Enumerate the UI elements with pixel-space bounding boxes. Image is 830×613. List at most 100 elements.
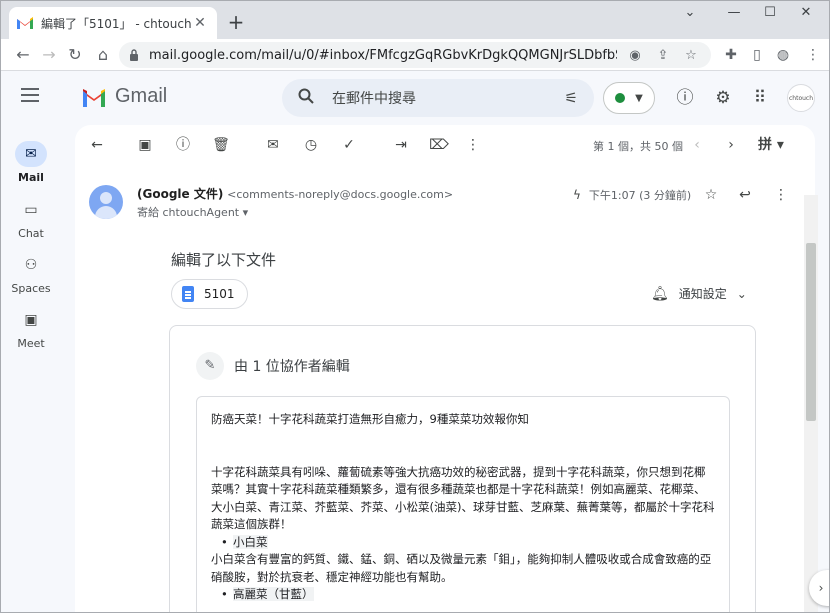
more-actions-icon[interactable]: ⋮ — [461, 133, 485, 157]
notification-settings[interactable]: 🔔︎ 通知設定 ⌄ — [651, 285, 747, 302]
gmail-logo-text: Gmail — [115, 85, 168, 107]
preview-heading: 防癌天菜！十字花科蔬菜打造無形自癒力，9種菜菜功效報你知 — [211, 412, 529, 426]
home-icon[interactable]: ⌂ — [91, 43, 115, 67]
preview-paragraph-1: 十字花科蔬菜具有吲哚、蘿蔔硫素等強大抗癌功效的秘密武器，提到十字花科蔬菜，你只想… — [211, 464, 715, 532]
status-selector[interactable]: ▼ — [603, 82, 655, 114]
help-icon[interactable]: ⓘ — [673, 86, 697, 110]
search-icon[interactable] — [298, 88, 316, 108]
older-icon[interactable]: › — [719, 133, 743, 157]
browser-window: 編輯了「5101」 - chtouchagen ✕ + ⌄ — ☐ ✕ ← → … — [0, 0, 830, 613]
tab-search-icon[interactable]: ⌄ — [675, 5, 705, 20]
time-text: 下午1:07 (3 分鐘前) — [588, 189, 692, 202]
minimize-button[interactable]: — — [719, 5, 749, 20]
editors-text: 由 1 位協作者編輯 — [234, 359, 350, 375]
rail-item-chat[interactable]: ▭ Chat — [1, 197, 61, 240]
preview-bullet-1: 小白菜 — [211, 534, 715, 552]
extensions-icon[interactable]: ✚ — [719, 43, 743, 67]
google-docs-icon — [182, 286, 194, 302]
tab-close-icon[interactable]: ✕ — [191, 15, 209, 31]
settings-gear-icon[interactable]: ⚙ — [711, 86, 735, 110]
move-to-icon[interactable]: ⇥ — [389, 133, 413, 157]
profile-avatar-icon[interactable]: ◍ — [771, 43, 795, 67]
gmail-header: Gmail 在郵件中搜尋 ⚟ ▼ ⓘ ⚙ ⠿ chtouch — [1, 71, 829, 125]
star-icon[interactable]: ☆ — [699, 183, 723, 207]
main-menu-icon[interactable] — [21, 88, 39, 102]
browser-tab[interactable]: 編輯了「5101」 - chtouchagen ✕ — [9, 7, 217, 39]
sender-avatar[interactable] — [89, 185, 123, 219]
message-more-icon[interactable]: ⋮ — [769, 183, 793, 207]
bookmark-star-icon[interactable]: ☆ — [681, 48, 701, 63]
share-icon[interactable]: ⇪ — [653, 48, 673, 63]
account-avatar[interactable]: chtouch — [787, 84, 815, 112]
tab-strip: 編輯了「5101」 - chtouchagen ✕ + ⌄ — ☐ ✕ — [1, 1, 829, 39]
rail-item-mail[interactable]: ✉ Mail — [1, 141, 61, 184]
bell-icon: 🔔︎ — [651, 285, 669, 302]
url-text: mail.google.com/mail/u/0/#inbox/FMfcgzGq… — [149, 47, 617, 63]
input-tools-label: 拼 — [758, 137, 773, 153]
edit-summary-card: ✎ 由 1 位協作者編輯 防癌天菜！十字花科蔬菜打造無形自癒力，9種菜菜功效報你… — [169, 325, 756, 612]
message-view: ← ▣ ⓘ 🗑 ✉ ◷ ✓ ⇥ ⌦ ⋮ 第 1 個，共 50 個 ‹ › 拼 ▾… — [75, 125, 815, 612]
doc-chip-label: 5101 — [204, 287, 235, 301]
report-spam-icon[interactable]: ⓘ — [171, 133, 195, 157]
sidepanel-icon[interactable]: ▯ — [745, 43, 769, 67]
preview-bullet-2-text: 高麗菜（甘藍） — [233, 587, 314, 601]
rail-item-spaces[interactable]: ⚇ Spaces — [1, 252, 61, 295]
gmail-m-icon — [83, 88, 105, 107]
input-tools-button[interactable]: 拼 ▾ — [753, 133, 789, 157]
from-line: (Google 文件) <comments-noreply@docs.googl… — [137, 185, 453, 202]
eye-icon[interactable]: ◉ — [625, 48, 645, 63]
close-window-button[interactable]: ✕ — [791, 5, 821, 20]
meet-icon: ▣ — [24, 312, 38, 328]
doc-chip[interactable]: 5101 — [171, 279, 248, 309]
mark-unread-icon[interactable]: ✉ — [261, 133, 285, 157]
forward-icon[interactable]: → — [37, 43, 61, 67]
message-time: ϟ 下午1:07 (3 分鐘前) — [573, 187, 691, 203]
recipient-line[interactable]: 寄給 chtouchAgent ▾ — [137, 204, 248, 220]
delete-icon[interactable]: 🗑 — [209, 133, 233, 157]
archive-icon[interactable]: ▣ — [133, 133, 157, 157]
back-icon[interactable]: ← — [11, 43, 35, 67]
snooze-icon[interactable]: ◷ — [299, 133, 323, 157]
gmail-favicon-icon — [17, 17, 33, 29]
dropdown-caret-icon: ▼ — [635, 92, 643, 104]
notification-settings-label: 通知設定 — [678, 287, 727, 301]
reply-icon[interactable]: ↩ — [733, 183, 757, 207]
spaces-icon: ⚇ — [24, 257, 38, 273]
search-options-icon[interactable]: ⚟ — [565, 89, 578, 107]
label-icon[interactable]: ⌦ — [427, 133, 451, 157]
editors-line: ✎ 由 1 位協作者編輯 — [196, 352, 350, 380]
bolt-icon: ϟ — [573, 188, 581, 202]
rail-label-spaces: Spaces — [11, 282, 51, 295]
chevron-down-icon: ⌄ — [736, 286, 747, 301]
active-status-dot — [615, 93, 626, 103]
search-input[interactable]: 在郵件中搜尋 — [332, 88, 565, 108]
sender-name[interactable]: (Google 文件) — [137, 187, 223, 201]
gmail-logo[interactable]: Gmail — [81, 85, 167, 108]
add-task-icon[interactable]: ✓ — [337, 133, 361, 157]
maximize-button[interactable]: ☐ — [755, 5, 785, 20]
menu-kebab-icon[interactable]: ⋮ — [801, 43, 825, 67]
reload-icon[interactable]: ↻ — [63, 43, 87, 67]
rail-label-meet: Meet — [17, 337, 45, 350]
new-tab-button[interactable]: + — [225, 11, 247, 33]
pencil-icon: ✎ — [196, 352, 224, 380]
recipient-text: 寄給 chtouchAgent — [137, 206, 240, 219]
doc-preview[interactable]: 防癌天菜！十字花科蔬菜打造無形自癒力，9種菜菜功效報你知 十字花科蔬菜具有吲哚、… — [196, 396, 730, 612]
mail-search-bar[interactable]: 在郵件中搜尋 ⚟ — [282, 79, 594, 117]
back-to-inbox-icon[interactable]: ← — [85, 133, 109, 157]
preview-bullet-1-text: 小白菜 — [233, 534, 268, 549]
apps-grid-icon[interactable]: ⠿ — [748, 86, 772, 110]
tab-title: 編輯了「5101」 - chtouchagen — [41, 16, 191, 31]
pager-text: 第 1 個，共 50 個 — [593, 140, 683, 153]
preview-bullet-2: 高麗菜（甘藍） — [211, 586, 715, 604]
newer-icon[interactable]: ‹ — [685, 133, 709, 157]
address-bar[interactable]: mail.google.com/mail/u/0/#inbox/FMfcgzGq… — [119, 42, 711, 68]
preview-paragraph-2: 小白菜含有豐富的鈣質、鐵、錳、銅、硒以及微量元素「鉬」，能夠抑制人體吸收或合成會… — [211, 552, 712, 584]
scrollbar-thumb[interactable] — [806, 243, 816, 421]
gmail-app: Gmail 在郵件中搜尋 ⚟ ▼ ⓘ ⚙ ⠿ chtouch ✉ Mail ▭ … — [1, 71, 829, 612]
rail-item-meet[interactable]: ▣ Meet — [1, 307, 61, 350]
email-heading: 編輯了以下文件 — [171, 251, 277, 269]
rail-label-chat: Chat — [18, 227, 44, 240]
mail-icon: ✉ — [15, 141, 47, 167]
sender-email: <comments-noreply@docs.google.com> — [227, 188, 454, 201]
